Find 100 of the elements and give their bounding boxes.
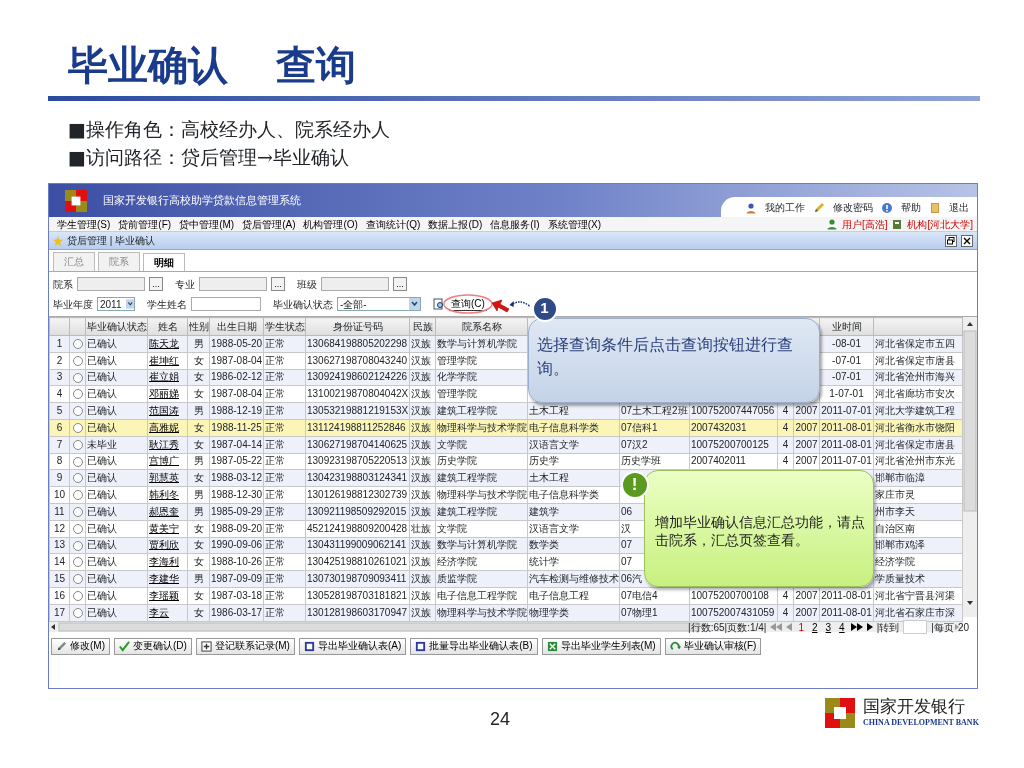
table-cell: 4 [782, 421, 789, 433]
table-cell: 汉族 [411, 354, 431, 366]
table-cell: 化学学院 [437, 371, 477, 383]
row-radio[interactable] [72, 507, 83, 518]
previous-page-icon[interactable] [786, 623, 793, 631]
browse-button[interactable]: ... [393, 277, 407, 291]
header-link[interactable]: 我的工作 [765, 200, 805, 215]
table-cell: 130126198812302739 [307, 489, 408, 501]
browse-button[interactable]: ... [149, 277, 163, 291]
table-cell: 女 [193, 539, 204, 551]
row-radio[interactable] [72, 557, 83, 568]
table-cell: 汉族 [411, 489, 431, 501]
tab[interactable]: 明细 [143, 253, 185, 271]
toolbar-button[interactable]: 修改(M) [51, 637, 110, 655]
row-radio[interactable] [72, 439, 83, 450]
table-cell: 历史学班 [621, 455, 661, 467]
table-cell: 汉族 [411, 539, 431, 551]
toolbar-button[interactable]: 毕业确认审核(F) [664, 637, 762, 655]
row-radio[interactable] [72, 406, 83, 417]
status-select[interactable]: -全部- [337, 297, 421, 311]
table-cell: 家庄市灵 [875, 489, 915, 501]
table-cell: 07信科1 [621, 421, 658, 433]
row-radio[interactable] [72, 591, 83, 602]
first-page-icon[interactable] [770, 623, 783, 631]
page-link[interactable]: 2 [809, 619, 820, 635]
table-cell: 邯郸市鸡泽 [875, 539, 925, 551]
row-radio[interactable] [72, 372, 83, 383]
table-cell: 质监学院 [437, 573, 477, 585]
user-label: 用户[高浩] [841, 217, 888, 232]
toolbar-button[interactable]: 变更确认(D) [114, 637, 192, 655]
menu-item[interactable]: 机构管理(O) [299, 216, 362, 232]
table-cell: 电子信息科学类 [529, 489, 599, 501]
browse-button[interactable]: ... [271, 277, 285, 291]
row-radio[interactable] [72, 473, 83, 484]
toolbar-button[interactable]: 登记联系记录(M) [195, 637, 295, 655]
table-cell: 130730198709093411 [307, 573, 407, 585]
vertical-scrollbar[interactable] [963, 317, 977, 617]
table-cell: -07-01 [832, 371, 861, 383]
lookup-field[interactable] [321, 277, 389, 291]
table-cell: 1986-02-12 [211, 371, 263, 383]
page-link[interactable]: 3 [823, 619, 834, 635]
table-cell: 女 [193, 556, 204, 568]
menu-item[interactable]: 贷中管理(M) [175, 216, 239, 232]
last-page-icon[interactable] [866, 623, 873, 631]
row-radio[interactable] [72, 355, 83, 366]
bank-logo-icon [825, 698, 855, 728]
row-radio[interactable] [72, 490, 83, 501]
table-cell: 汉族 [411, 589, 431, 601]
lookup-field[interactable] [77, 277, 145, 291]
table-cell: 男 [193, 455, 204, 467]
close-button[interactable] [961, 234, 973, 247]
search-icon [433, 298, 445, 310]
table-cell: 邯郸市临漳 [875, 472, 925, 484]
toolbar-button[interactable]: 批量导出毕业确认表(B) [410, 637, 538, 655]
lookup-field[interactable] [199, 277, 267, 291]
toolbar-button[interactable]: 导出毕业学生列表(M) [541, 637, 661, 655]
table-cell: 河北省保定市唐县 [875, 354, 955, 366]
table-cell: 数学与计算机学院 [437, 337, 517, 349]
table-cell: 自治区南 [875, 522, 915, 534]
refresh-icon [669, 640, 681, 652]
name-field[interactable] [191, 297, 261, 311]
toolbar-button[interactable]: 导出毕业确认表(A) [298, 637, 407, 655]
menu-item[interactable]: 查询统计(Q) [361, 216, 425, 232]
page-field[interactable] [903, 620, 928, 634]
page-number: 24 [490, 707, 510, 731]
table-cell: 1-07-01 [829, 388, 864, 400]
table-cell: 1987-05-22 [211, 455, 263, 467]
header-link[interactable]: 帮助 [901, 200, 921, 215]
menu-item[interactable]: 数据上报(D) [424, 216, 487, 232]
table-cell: 电子信息工程学院 [437, 589, 517, 601]
page-link[interactable]: 1 [796, 619, 806, 635]
year-select[interactable]: 2011 [97, 297, 135, 311]
table-cell: 物理科学与技术学院 [437, 489, 527, 501]
menu-item[interactable]: 贷后管理(A) [238, 216, 300, 232]
row-radio[interactable] [72, 540, 83, 551]
row-radio[interactable] [72, 339, 83, 350]
page-link[interactable]: 4 [837, 619, 847, 635]
table-cell: 电子信息工程 [529, 589, 589, 601]
row-radio[interactable] [72, 456, 83, 467]
table-cell: 已确认 [87, 405, 117, 417]
table-cell: 河北省廊坊市安次 [875, 388, 955, 400]
row-radio[interactable] [72, 423, 83, 434]
per-page-value[interactable]: 20 [957, 619, 969, 635]
dashed-arrow [508, 298, 530, 309]
row-radio[interactable] [72, 574, 83, 585]
menu-item[interactable]: 信息服务(I) [486, 216, 544, 232]
header-link[interactable]: 修改密码 [833, 200, 873, 215]
table-cell: 2007 [795, 606, 818, 618]
row-number: 9 [56, 472, 63, 484]
menu-item[interactable]: 系统管理(X) [543, 216, 606, 232]
row-radio[interactable] [72, 607, 83, 618]
menu-item[interactable]: 贷前管理(F) [114, 216, 176, 232]
row-radio[interactable] [72, 389, 83, 400]
menu-item[interactable]: 学生管理(S) [53, 216, 115, 232]
table-cell: 正常 [265, 556, 285, 568]
field-label: 院系 [53, 277, 73, 292]
header-link[interactable]: 退出 [949, 200, 969, 215]
restore-button[interactable] [945, 234, 957, 247]
plus-icon [200, 640, 212, 652]
row-radio[interactable] [72, 523, 83, 534]
